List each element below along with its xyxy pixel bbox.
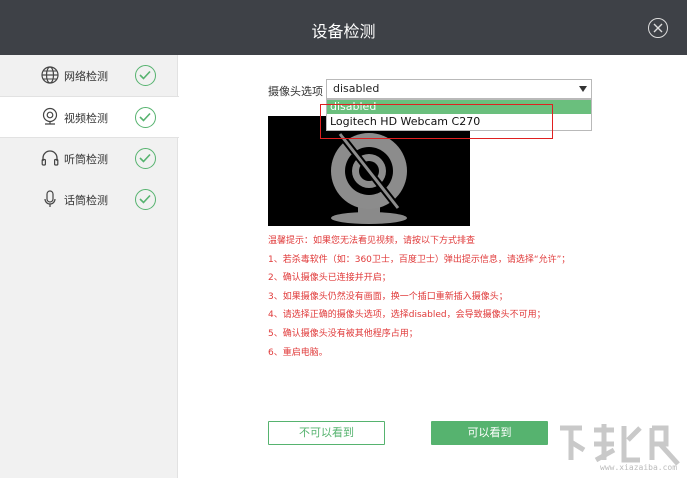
camera-select-label: 摄像头选项 — [268, 85, 323, 98]
close-button[interactable] — [648, 18, 668, 38]
sidebar-item-video[interactable]: 视频检测 — [0, 96, 179, 138]
watermark-url: www.xiazaiba.com — [600, 463, 678, 472]
sidebar-item-earpiece[interactable]: 听筒检测 — [0, 138, 178, 180]
sidebar-item-network[interactable]: 网络检测 — [0, 55, 178, 97]
check-icon — [135, 65, 156, 86]
sidebar: 网络检测 视频检测 听筒检测 话筒检测 — [0, 55, 179, 478]
tip-line: 4、请选择正确的摄像头选项，选择disabled，会导致摄像头不可用； — [268, 310, 546, 321]
close-icon — [653, 23, 663, 33]
tip-line: 1、若杀毒软件（如：360卫士，百度卫士）弹出提示信息，请选择“允许”； — [268, 254, 571, 265]
camera-select-value: disabled — [333, 82, 380, 95]
tip-line: 2、确认摄像头已连接并开启； — [268, 273, 391, 284]
cannot-see-button[interactable]: 不可以看到 — [268, 421, 385, 445]
can-see-button[interactable]: 可以看到 — [431, 421, 548, 445]
globe-icon — [41, 66, 59, 84]
microphone-icon — [44, 190, 56, 207]
sidebar-item-label: 听筒检测 — [64, 153, 108, 166]
check-icon — [135, 148, 156, 169]
highlight-annotation — [320, 104, 553, 139]
window-title: 设备检测 — [311, 22, 376, 41]
tip-heading: 温馨提示：如果您无法看见视频，请按以下方式排查 — [268, 236, 476, 246]
sidebar-item-label: 话筒检测 — [64, 194, 108, 207]
title-bar: 设备检测 — [0, 0, 687, 55]
check-icon — [135, 189, 156, 210]
headphones-icon — [41, 150, 59, 166]
webcam-icon — [42, 107, 58, 125]
tip-line: 3、如果摄像头仍然没有画面，换一个插口重新插入摄像头； — [268, 291, 508, 302]
sidebar-item-microphone[interactable]: 话筒检测 — [0, 179, 178, 221]
camera-select[interactable]: disabled — [326, 79, 592, 99]
sidebar-item-label: 网络检测 — [64, 70, 108, 83]
check-icon — [135, 107, 156, 128]
chevron-down-icon — [579, 86, 587, 92]
sidebar-item-label: 视频检测 — [64, 112, 108, 125]
troubleshooting-tips: 温馨提示：如果您无法看见视频，请按以下方式排查 1、若杀毒软件（如：360卫士，… — [268, 232, 570, 362]
tip-line: 6、重启电脑。 — [268, 347, 328, 358]
tip-line: 5、确认摄像头没有被其他程序占用； — [268, 328, 418, 339]
